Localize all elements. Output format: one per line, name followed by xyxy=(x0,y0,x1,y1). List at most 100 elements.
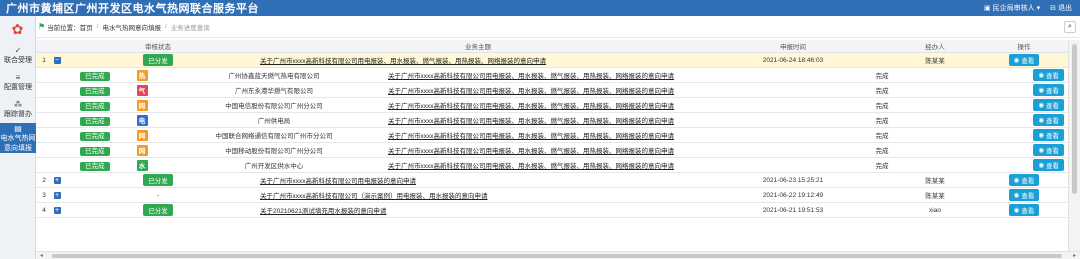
sub-row: 已完成 电 广州供电局 关于广州市xxxx高新科技有限公司用电报装、用水报装、燃… xyxy=(36,113,1068,128)
topic-link[interactable]: 关于20210621测试填充用水报装的意向申请 xyxy=(260,208,386,215)
view-button[interactable]: ◉ 查看 xyxy=(1033,144,1064,156)
org-name: 广州开发区供水中心 xyxy=(244,163,304,170)
scroll-thumb[interactable] xyxy=(52,254,1062,258)
view-button[interactable]: ◉ 查看 xyxy=(1033,84,1064,96)
top-bar: 广州市黄埔区广州开发区电水气热网联合服务平台 ▣ 民企局审核人 ▾ ⊟ 退出 xyxy=(0,0,1080,16)
sub-state: 完成 xyxy=(875,163,889,170)
status-badge: 已完成 xyxy=(80,87,110,96)
topic-link[interactable]: 关于广州市xxxx高新科技有限公司用电报装、用水报装、燃气报装、用热报装、网络报… xyxy=(388,118,674,125)
status-badge: 已分发 xyxy=(143,174,173,186)
sub-state: 完成 xyxy=(875,133,889,140)
eye-icon: ◉ xyxy=(1038,72,1044,79)
eye-icon: ◉ xyxy=(1013,177,1020,184)
table-header: 审核状态 业务主题 申报时间 经办人 操作 xyxy=(36,40,1068,53)
view-button[interactable]: ◉ 查看 xyxy=(1008,204,1040,216)
sidebar-item-config[interactable]: ≡ 配置管理 xyxy=(0,69,36,96)
eye-icon: ◉ xyxy=(1038,162,1044,169)
user-icon: ▣ xyxy=(983,5,991,12)
scroll-left-icon[interactable]: ◂ xyxy=(40,252,43,259)
check-icon: ✓ xyxy=(14,46,22,55)
collapse-icon[interactable]: − xyxy=(53,56,61,64)
expand-icon[interactable]: + xyxy=(53,176,61,184)
topic-link[interactable]: 关于广州市xxxx高新科技有限公司用电报装、用水报装、燃气报装、用热报装、网络报… xyxy=(388,103,674,110)
eye-icon: ◉ xyxy=(1038,87,1044,94)
topic-link[interactable]: 关于广州市xxxx高新科技有限公司用电报装、用水报装、燃气报装、用热报装、网络报… xyxy=(260,58,546,65)
view-label: 查看 xyxy=(1046,133,1059,140)
breadcrumb-prefix: 当前位置： xyxy=(47,24,80,32)
flag-icon: ⚑ xyxy=(38,22,46,31)
breadcrumb-home[interactable]: 首页 xyxy=(80,22,93,32)
scroll-right-icon[interactable]: ▸ xyxy=(1073,252,1076,259)
eye-icon: ◉ xyxy=(1013,57,1020,64)
form-icon: ▤ xyxy=(14,123,22,133)
handler: 陈某某 xyxy=(925,58,945,65)
list-icon: ≡ xyxy=(15,73,21,82)
col-op: 操作 xyxy=(1017,44,1031,51)
view-button[interactable]: ◉ 查看 xyxy=(1008,189,1040,201)
breadcrumb-intent-filing[interactable]: 电水气热网意向填报 xyxy=(102,22,161,32)
nodes-icon: ⁂ xyxy=(14,100,22,109)
expand-icon[interactable]: + xyxy=(53,191,61,199)
sub-row: 已完成 网 中国移动股份有限公司广州分公司 关于广州市xxxx高新科技有限公司用… xyxy=(36,143,1068,158)
handler: 陈某某 xyxy=(925,178,945,185)
topic-link[interactable]: 关于广州市xxxx高新科技有限公司用电报装、用水报装、燃气报装、用热报装、网络报… xyxy=(388,73,674,80)
logout-button[interactable]: ⊟ 退出 xyxy=(1050,3,1072,13)
topic-link[interactable]: 关于广州市xxxx高新科技有限公司用电报装、用水报装、燃气报装、用热报装、网络报… xyxy=(388,163,674,170)
user-menu[interactable]: ▣ 民企局审核人 ▾ xyxy=(984,3,1040,13)
sidebar-item-intent-filing[interactable]: ▤ 电水气热网 意向填报 xyxy=(0,123,36,153)
expand-icon[interactable]: + xyxy=(53,206,61,214)
view-button[interactable]: ◉ 查看 xyxy=(1008,174,1040,186)
topic-link[interactable]: 关于广州市xxxx高新科技有限公司用电报装、用水报装、燃气报装、用热报装、网络报… xyxy=(388,148,674,155)
logout-label: 退出 xyxy=(1058,5,1072,12)
view-button[interactable]: ◉ 查看 xyxy=(1033,99,1064,111)
view-button[interactable]: ◉ 查看 xyxy=(1033,129,1064,141)
status-text: - xyxy=(156,191,160,199)
sidebar-item-label-line2: 意向填报 xyxy=(4,144,32,152)
sidebar-item-acceptance[interactable]: ✓ 联合受理 xyxy=(0,42,36,69)
topic-link[interactable]: 关于广州市xxxx高新科技有限公司用电报装、用水报装、燃气报装、用热报装、网络报… xyxy=(388,88,674,95)
row-index: 4 xyxy=(42,206,46,214)
table-row[interactable]: 3 + - 关于广州市xxxx高新科技有限公司（演示案例）用电报装、用水报装的意… xyxy=(36,188,1068,203)
col-handler: 经办人 xyxy=(925,44,945,51)
user-name: 民企局审核人 xyxy=(992,5,1035,12)
view-label: 查看 xyxy=(1046,73,1059,80)
sidebar-item-label: 配置管理 xyxy=(4,84,32,91)
sub-state: 完成 xyxy=(875,88,889,95)
org-name: 中国联合网络通信有限公司广州市分公司 xyxy=(215,133,333,140)
horizontal-scrollbar[interactable]: ◂ ▸ xyxy=(36,251,1080,259)
status-badge: 已完成 xyxy=(80,102,110,111)
view-button[interactable]: ◉ 查看 xyxy=(1033,114,1064,126)
view-label: 查看 xyxy=(1021,208,1035,215)
status-badge: 已完成 xyxy=(80,147,110,156)
row-index: 2 xyxy=(42,176,46,184)
handler: xiao xyxy=(929,206,941,214)
view-button[interactable]: ◉ 查看 xyxy=(1033,159,1064,171)
view-button[interactable]: ◉ 查看 xyxy=(1008,54,1040,66)
view-button[interactable]: ◉ 查看 xyxy=(1033,69,1064,81)
submit-time: 2021-06-21 19:51:53 xyxy=(762,206,824,214)
view-label: 查看 xyxy=(1021,178,1035,185)
view-label: 查看 xyxy=(1021,58,1035,65)
type-tag: 网 xyxy=(136,144,148,156)
business-table: 审核状态 业务主题 申报时间 经办人 操作 1 − 已分发 关于广州市xxxx高… xyxy=(36,40,1068,218)
type-tag: 热 xyxy=(136,69,148,81)
sidebar-item-label-line1: 电水气热网 xyxy=(0,134,36,142)
org-name: 广州供电局 xyxy=(257,118,291,125)
topic-link[interactable]: 关于广州市xxxx高新科技有限公司（演示案例）用电报装、用水报装的意向申请 xyxy=(260,193,488,200)
app-title: 广州市黄埔区广州开发区电水气热网联合服务平台 xyxy=(6,3,259,15)
scroll-thumb[interactable] xyxy=(1072,44,1077,194)
topic-link[interactable]: 关于广州市xxxx高新科技有限公司用电报装的意向申请 xyxy=(260,178,416,185)
sub-state: 完成 xyxy=(875,103,889,110)
table-row[interactable]: 4 + 已分发 关于20210621测试填充用水报装的意向申请 2021-06-… xyxy=(36,203,1068,218)
sidebar-item-tracking[interactable]: ⁂ 跟踪督办 xyxy=(0,96,36,123)
status-badge: 已分发 xyxy=(143,204,173,216)
table-row[interactable]: 1 − 已分发 关于广州市xxxx高新科技有限公司用电报装、用水报装、燃气报装、… xyxy=(36,53,1068,68)
vertical-scrollbar[interactable] xyxy=(1068,40,1080,251)
submit-time: 2021-06-22 19:12:49 xyxy=(762,191,824,199)
org-name: 中国移动股份有限公司广州分公司 xyxy=(225,148,323,155)
search-button[interactable]: ⌕ xyxy=(1064,20,1076,33)
table-row[interactable]: 2 + 已分发 关于广州市xxxx高新科技有限公司用电报装的意向申请 2021-… xyxy=(36,173,1068,188)
status-badge: 已完成 xyxy=(80,117,110,126)
sub-state: 完成 xyxy=(875,148,889,155)
topic-link[interactable]: 关于广州市xxxx高新科技有限公司用电报装、用水报装、燃气报装、用热报装、网络报… xyxy=(388,133,674,140)
